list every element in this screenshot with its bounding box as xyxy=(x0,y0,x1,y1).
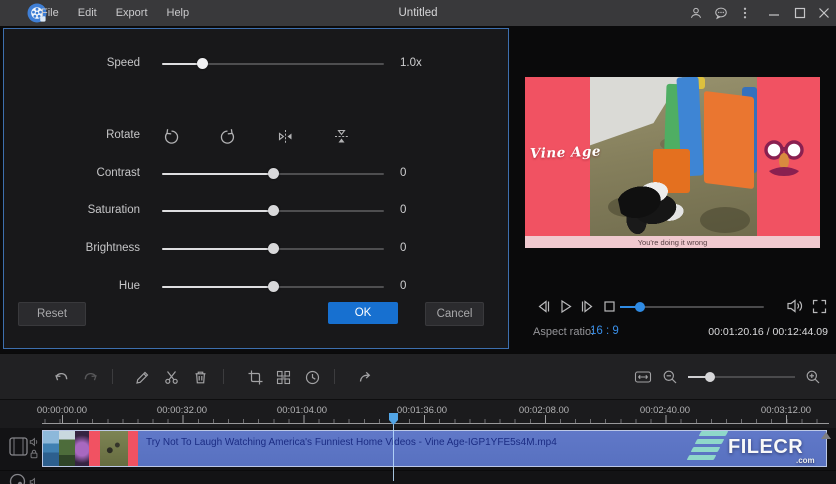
timeline-toolbar xyxy=(0,353,836,400)
zoom-in-icon[interactable] xyxy=(802,366,824,388)
track-mute-icon[interactable] xyxy=(29,437,39,447)
preview-panel: Vine Age You're doing it wrong Aspect ra… xyxy=(510,26,836,353)
playback-progress-slider[interactable] xyxy=(620,302,764,312)
clip-waveform xyxy=(138,456,825,465)
brightness-slider[interactable] xyxy=(162,239,384,259)
flip-vertical-icon[interactable] xyxy=(328,123,354,149)
timeline-video-clip[interactable]: Try Not To Laugh Watching America's Funn… xyxy=(42,430,827,467)
speed-value: 1.0x xyxy=(400,57,422,69)
brightness-value: 0 xyxy=(400,242,407,254)
play-icon[interactable] xyxy=(556,297,574,315)
close-button[interactable] xyxy=(816,5,832,21)
video-overlay-text: Vine Age xyxy=(529,143,602,163)
contrast-slider[interactable] xyxy=(162,164,384,184)
hue-label: Hue xyxy=(118,280,140,292)
crop-icon[interactable] xyxy=(244,366,266,388)
clip-thumbnail xyxy=(43,431,59,466)
scrollbar-up-arrow[interactable] xyxy=(821,432,831,439)
reset-button[interactable]: Reset xyxy=(18,302,86,326)
video-caption-text: You're doing it wrong xyxy=(637,237,708,247)
cancel-button[interactable]: Cancel xyxy=(425,302,484,326)
export-icon[interactable] xyxy=(354,366,376,388)
delete-icon[interactable] xyxy=(189,366,211,388)
undo-icon[interactable] xyxy=(50,366,72,388)
minimize-button[interactable] xyxy=(766,5,782,21)
titlebar: File Edit Export Help Untitled xyxy=(0,0,836,26)
duration-icon[interactable] xyxy=(301,366,323,388)
fit-to-timeline-icon[interactable] xyxy=(632,366,654,388)
ok-button[interactable]: OK xyxy=(328,302,398,324)
clip-name: Try Not To Laugh Watching America's Funn… xyxy=(146,437,557,448)
clip-thumbnail xyxy=(59,431,75,466)
saturation-slider[interactable] xyxy=(162,201,384,221)
flip-horizontal-icon[interactable] xyxy=(272,123,298,149)
aspect-ratio-value[interactable]: 16 : 9 xyxy=(590,325,619,337)
adjust-panel: Speed 1.0x Rotate Contrast 0 Saturation … xyxy=(3,28,509,349)
hue-row: Hue 0 xyxy=(4,277,508,297)
brightness-label: Brightness xyxy=(85,242,140,254)
previous-frame-icon[interactable] xyxy=(534,297,552,315)
video-preview[interactable]: Vine Age You're doing it wrong xyxy=(525,77,820,248)
speed-slider[interactable] xyxy=(162,54,384,74)
pip-track-icon[interactable] xyxy=(8,472,27,484)
timeline-ruler[interactable]: 00:00:00.00 00:00:32.00 00:01:04.00 00:0… xyxy=(0,399,836,429)
groucho-glasses-graphic xyxy=(763,137,805,183)
video-track-icon[interactable] xyxy=(8,435,29,458)
track-mute-icon[interactable] xyxy=(29,477,39,484)
stop-icon[interactable] xyxy=(600,297,618,315)
ruler-ticks xyxy=(42,415,829,424)
playback-timecode: 00:01:20.16 / 00:12:44.09 xyxy=(708,326,828,338)
hue-slider[interactable] xyxy=(162,277,384,297)
video-footage xyxy=(590,77,757,248)
clip-thumbnail xyxy=(89,431,138,466)
redo-icon[interactable] xyxy=(79,366,101,388)
more-options-icon[interactable] xyxy=(737,5,753,21)
window-title: Untitled xyxy=(398,7,438,19)
feedback-icon[interactable] xyxy=(713,5,729,21)
brightness-row: Brightness 0 xyxy=(4,239,508,259)
next-frame-icon[interactable] xyxy=(578,297,596,315)
split-icon[interactable] xyxy=(160,366,182,388)
video-editor-window: File Edit Export Help Untitled Speed 1.0… xyxy=(0,0,836,484)
zoom-out-icon[interactable] xyxy=(659,366,681,388)
aspect-ratio-label: Aspect ratio: xyxy=(533,326,595,338)
mosaic-icon[interactable] xyxy=(272,366,294,388)
volume-icon[interactable] xyxy=(786,297,804,315)
rotate-label: Rotate xyxy=(106,129,140,141)
speed-row: Speed 1.0x xyxy=(4,54,508,74)
rotate-left-icon[interactable] xyxy=(157,123,183,149)
contrast-row: Contrast 0 xyxy=(4,164,508,184)
track-lock-icon[interactable] xyxy=(29,449,39,459)
hue-value: 0 xyxy=(400,280,407,292)
saturation-label: Saturation xyxy=(87,204,140,216)
speed-label: Speed xyxy=(106,57,140,69)
rotate-right-icon[interactable] xyxy=(215,123,241,149)
clip-thumbnail xyxy=(75,431,89,466)
timeline-zoom-slider[interactable] xyxy=(688,371,795,383)
saturation-value: 0 xyxy=(400,204,407,216)
video-caption-bar: You're doing it wrong xyxy=(525,236,820,248)
maximize-button[interactable] xyxy=(792,5,808,21)
dog-in-video xyxy=(615,174,687,238)
contrast-label: Contrast xyxy=(96,167,140,179)
timeline-tracks: Try Not To Laugh Watching America's Funn… xyxy=(0,428,836,484)
fullscreen-icon[interactable] xyxy=(810,297,828,315)
contrast-value: 0 xyxy=(400,167,407,179)
rotate-row: Rotate xyxy=(4,126,508,146)
saturation-row: Saturation 0 xyxy=(4,201,508,221)
edit-icon[interactable] xyxy=(131,366,153,388)
account-icon[interactable] xyxy=(688,5,704,21)
